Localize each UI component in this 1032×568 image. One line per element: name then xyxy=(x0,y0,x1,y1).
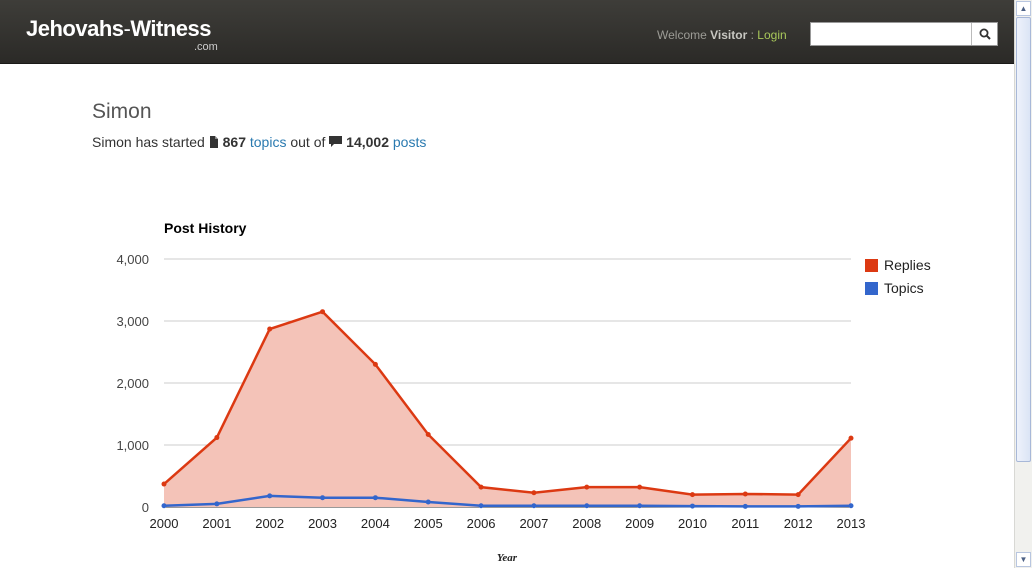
data-point-topics xyxy=(742,503,748,509)
legend-label-topics: Topics xyxy=(884,280,924,296)
welcome-separator: : xyxy=(750,28,754,42)
x-tick-label: 2001 xyxy=(202,516,231,531)
x-tick-label: 2011 xyxy=(731,516,759,531)
vertical-scrollbar[interactable]: ▲ ▼ xyxy=(1014,0,1032,568)
data-point-replies xyxy=(267,326,273,332)
data-point-replies xyxy=(372,361,378,367)
welcome-message: Welcome Visitor : Login xyxy=(657,28,787,42)
data-point-topics xyxy=(689,503,695,509)
x-axis-label: Year xyxy=(497,552,518,564)
posts-link[interactable]: posts xyxy=(393,134,426,150)
data-point-topics xyxy=(161,503,167,509)
welcome-text: Welcome xyxy=(657,28,707,42)
x-tick-label: 2008 xyxy=(572,516,601,531)
data-point-topics xyxy=(478,503,484,509)
y-tick-label: 4,000 xyxy=(116,252,149,267)
document-icon xyxy=(209,136,218,148)
search-box xyxy=(810,22,998,46)
search-input[interactable] xyxy=(811,23,971,45)
data-point-topics xyxy=(531,503,537,509)
data-point-topics xyxy=(425,499,431,505)
legend-swatch-replies xyxy=(865,259,878,272)
x-tick-label: 2003 xyxy=(308,516,337,531)
y-tick-label: 1,000 xyxy=(116,438,149,453)
logo-second-text: Witness xyxy=(130,16,211,41)
scrollbar-thumb[interactable] xyxy=(1016,17,1031,462)
x-tick-label: 2012 xyxy=(784,516,813,531)
scroll-down-arrow-icon[interactable]: ▼ xyxy=(1016,552,1031,567)
data-point-replies xyxy=(320,309,326,315)
legend-label-replies: Replies xyxy=(884,257,931,273)
site-logo[interactable]: Jehovahs-Witness .com xyxy=(26,16,218,53)
topics-link[interactable]: topics xyxy=(250,134,287,150)
data-point-replies xyxy=(214,435,220,441)
x-tick-label: 2004 xyxy=(361,516,390,531)
data-point-topics xyxy=(584,503,590,509)
data-point-topics xyxy=(320,495,326,501)
legend-swatch-topics xyxy=(865,282,878,295)
topics-count: 867 xyxy=(222,134,246,150)
search-icon xyxy=(979,28,991,40)
x-tick-label: 2013 xyxy=(837,516,866,531)
data-point-topics xyxy=(637,503,643,509)
top-navigation-bar: Jehovahs-Witness .com Welcome Visitor : … xyxy=(0,0,1014,64)
data-point-topics xyxy=(267,493,273,499)
x-tick-label: 2007 xyxy=(519,516,548,531)
post-history-chart: Post History 0 1,000 2,000 3,000 4,000 2000 200… xyxy=(116,220,931,564)
logo-domain: .com xyxy=(194,41,218,53)
x-tick-label: 2000 xyxy=(150,516,179,531)
x-tick-label: 2006 xyxy=(467,516,496,531)
data-point-replies xyxy=(795,492,801,498)
data-point-replies xyxy=(425,431,431,437)
out-of-text: out of xyxy=(290,134,326,150)
data-point-replies xyxy=(531,490,537,496)
y-tick-label: 2,000 xyxy=(116,376,149,391)
profile-stats: Simon has started 867 topics out of 14,0… xyxy=(92,134,426,150)
data-point-topics xyxy=(795,503,801,509)
logo-main-text: Jehovahs xyxy=(26,16,124,41)
data-point-replies xyxy=(742,491,748,497)
visitor-name: Visitor xyxy=(710,28,748,42)
started-text: Simon has started xyxy=(92,134,205,150)
login-link[interactable]: Login xyxy=(757,28,786,42)
data-point-replies xyxy=(161,481,167,487)
y-tick-label: 3,000 xyxy=(116,314,149,329)
data-point-replies xyxy=(637,484,643,490)
data-point-topics xyxy=(214,501,220,507)
profile-name-heading: Simon xyxy=(92,100,152,123)
x-tick-label: 2009 xyxy=(625,516,654,531)
posts-count: 14,002 xyxy=(346,134,389,150)
data-point-replies xyxy=(584,484,590,490)
data-point-topics xyxy=(848,503,854,509)
x-tick-label: 2002 xyxy=(255,516,284,531)
chart-title: Post History xyxy=(164,220,247,236)
search-button[interactable] xyxy=(971,23,998,45)
data-point-replies xyxy=(689,492,695,498)
data-point-replies xyxy=(848,435,854,441)
series-area-replies xyxy=(164,311,851,507)
y-tick-label: 0 xyxy=(142,500,149,515)
x-tick-label: 2005 xyxy=(414,516,443,531)
x-tick-label: 2010 xyxy=(678,516,707,531)
comment-icon xyxy=(329,136,343,147)
scroll-up-arrow-icon[interactable]: ▲ xyxy=(1016,1,1031,16)
data-point-replies xyxy=(478,484,484,490)
data-point-topics xyxy=(372,495,378,501)
